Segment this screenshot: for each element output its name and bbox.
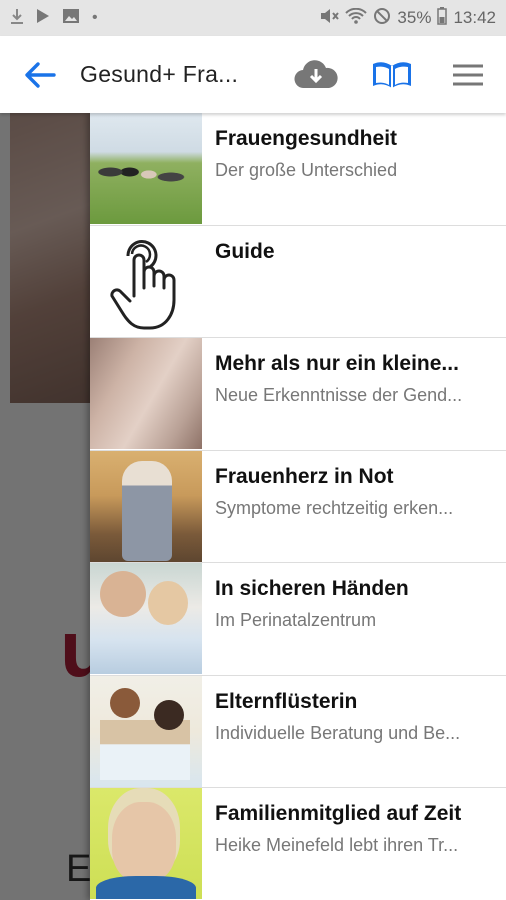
item-title: Frauengesundheit: [215, 127, 398, 150]
list-item[interactable]: Frauengesundheit Der große Unterschied: [90, 113, 506, 226]
list-item[interactable]: Elternflüsterin Individuelle Beratung un…: [90, 675, 506, 788]
battery-icon: [437, 7, 448, 29]
item-title: Familienmitglied auf Zeit: [215, 802, 462, 825]
dot-icon: •: [92, 9, 98, 26]
status-bar: • 35% 13:42: [0, 0, 506, 36]
page-title: Gesund+ Fra...: [80, 61, 239, 87]
contents-button[interactable]: [354, 36, 430, 113]
parents-baby-photo: [90, 563, 202, 674]
download-button[interactable]: [278, 36, 354, 113]
clock: 13:42: [453, 8, 496, 27]
menu-icon: [453, 64, 483, 85]
item-title: Guide: [215, 239, 275, 263]
contents-drawer: Frauengesundheit Der große Unterschied G…: [90, 113, 506, 900]
item-subtitle: Individuelle Beratung und Be...: [215, 722, 461, 743]
arrow-back-icon: [25, 61, 56, 88]
app-bar: Gesund+ Fra...: [0, 36, 506, 113]
gallery-icon: [62, 8, 80, 28]
wifi-icon: [345, 7, 368, 28]
battery-percent: 35%: [397, 8, 432, 27]
list-item[interactable]: Frauenherz in Not Symptome rechtzeitig e…: [90, 450, 506, 563]
item-title: Frauenherz in Not: [215, 464, 394, 488]
item-title: Elternflüsterin: [215, 689, 358, 713]
older-woman-bench-photo: [90, 450, 202, 562]
women-group-photo: [90, 113, 202, 224]
list-item[interactable]: Guide: [90, 225, 506, 338]
item-title: Mehr als nur ein kleine...: [215, 352, 459, 375]
back-button[interactable]: [0, 36, 80, 113]
list-item[interactable]: Mehr als nur ein kleine... Neue Erkenntn…: [90, 338, 506, 451]
menu-button[interactable]: [430, 36, 506, 113]
cloud-download-icon: [294, 59, 338, 88]
item-title: In sicheren Händen: [215, 577, 409, 600]
play-store-icon: [36, 8, 50, 28]
item-subtitle: Im Perinatalzentrum: [215, 610, 377, 630]
list-item[interactable]: In sicheren Händen Im Perinatalzentrum: [90, 563, 506, 676]
portrait-photo: [90, 788, 202, 899]
item-subtitle: Heike Meinefeld lebt ihren Tr...: [215, 835, 459, 855]
download-icon: [10, 8, 24, 28]
tap-hand-icon: [90, 225, 202, 337]
book-icon: [373, 61, 411, 88]
item-subtitle: Der große Unterschied: [215, 160, 398, 180]
item-subtitle: Symptome rechtzeitig erken...: [215, 497, 454, 518]
mute-icon: [319, 8, 340, 28]
list-item[interactable]: Familienmitglied auf Zeit Heike Meinefel…: [90, 788, 506, 900]
couple-photo: [90, 338, 202, 449]
no-sim-icon: [373, 7, 391, 29]
item-subtitle: Neue Erkenntnisse der Gend...: [215, 385, 463, 405]
nurses-photo: [90, 675, 202, 787]
